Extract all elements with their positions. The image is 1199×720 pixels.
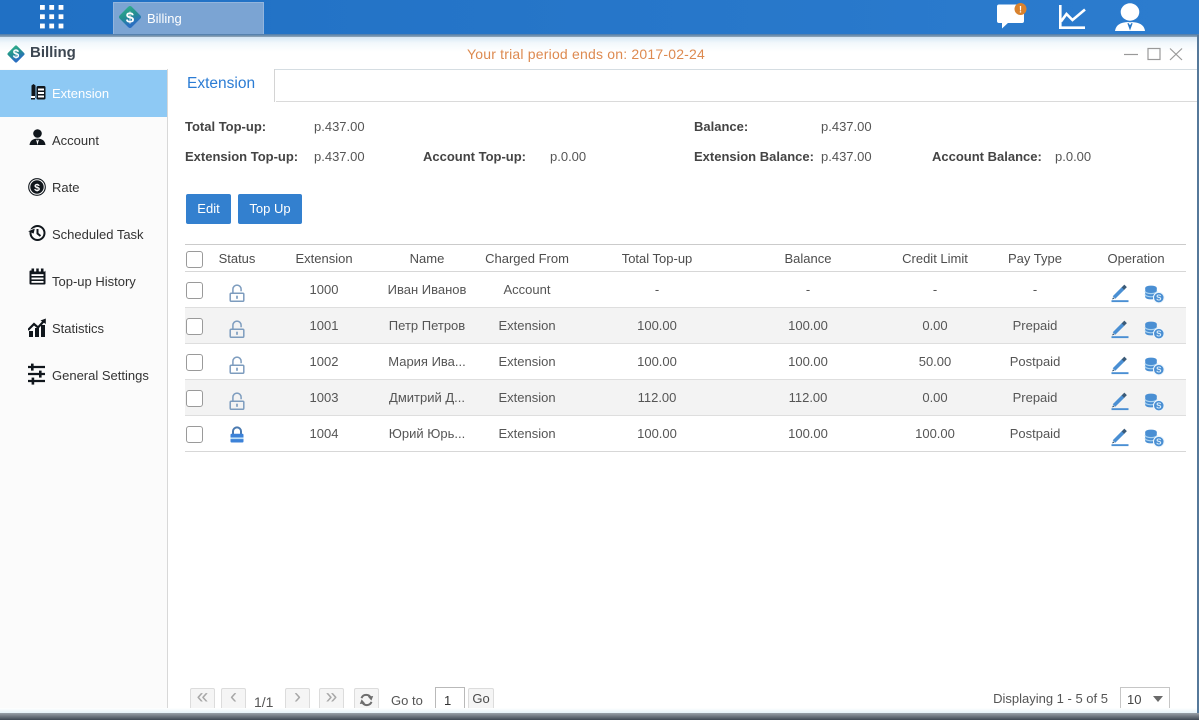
svg-text:$: $ [34,182,40,194]
svg-text:S: S [1156,438,1162,447]
svg-text:$: $ [126,9,135,26]
svg-text:S: S [1156,366,1162,375]
svg-text:S: S [1156,402,1162,411]
svg-text:S: S [1156,330,1162,339]
svg-text:S: S [1156,294,1162,303]
svg-text:!: ! [1019,5,1022,15]
